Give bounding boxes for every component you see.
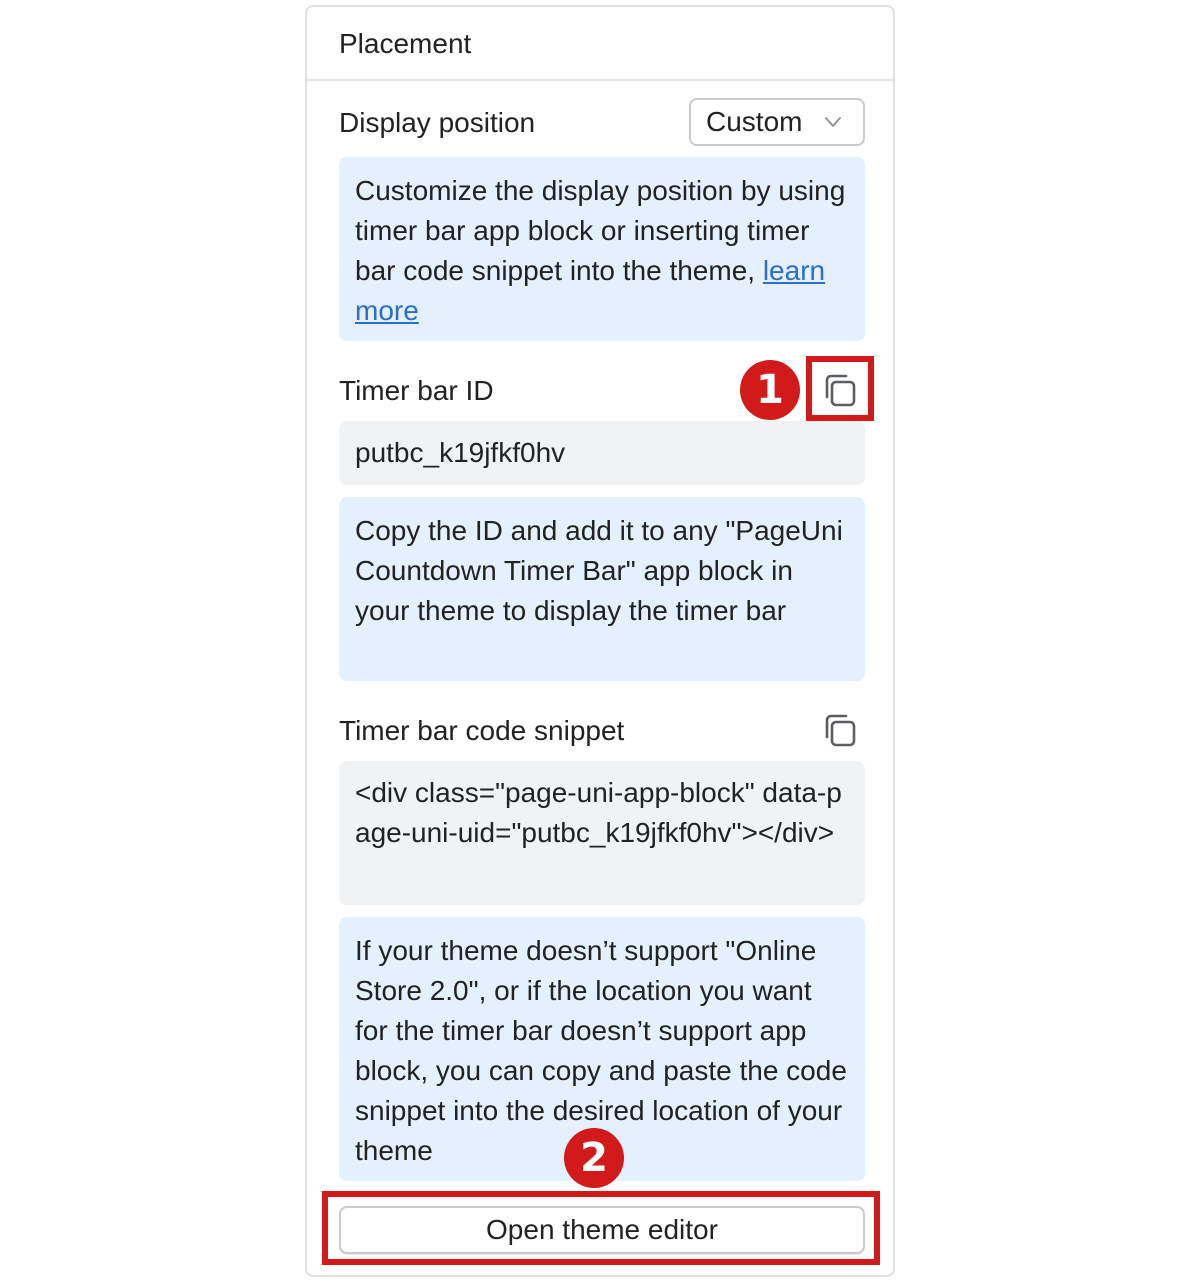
timer-bar-id-field[interactable]: putbc_k19jfkf0hv: [339, 421, 865, 485]
code-snippet-value: <div class="page-uni-app-block" data-pag…: [355, 777, 842, 848]
id-info-text: Copy the ID and add it to any "PageUni C…: [355, 515, 843, 626]
timer-bar-id-label: Timer bar ID: [339, 375, 494, 406]
open-theme-editor-button[interactable]: Open theme editor: [339, 1206, 865, 1254]
id-info-box: Copy the ID and add it to any "PageUni C…: [339, 497, 865, 681]
chevron-down-icon: [825, 117, 841, 127]
step1-badge: 1: [740, 360, 800, 420]
timer-bar-id-value: putbc_k19jfkf0hv: [355, 437, 566, 468]
copy-icon[interactable]: [821, 711, 861, 751]
panel-title: Placement: [339, 28, 472, 59]
display-position-value: Custom: [706, 106, 803, 137]
placement-panel: Placement Display position Custom Custom…: [305, 5, 895, 1277]
customize-info-box: Customize the display position by using …: [339, 157, 865, 341]
code-snippet-label: Timer bar code snippet: [339, 715, 625, 746]
step2-badge: 2: [564, 1128, 624, 1188]
code-snippet-field[interactable]: <div class="page-uni-app-block" data-pag…: [339, 761, 865, 905]
display-position-select[interactable]: Custom: [689, 98, 865, 146]
panel-header: Placement: [307, 7, 893, 81]
display-position-label: Display position: [339, 107, 536, 138]
copy-icon[interactable]: [821, 371, 861, 411]
